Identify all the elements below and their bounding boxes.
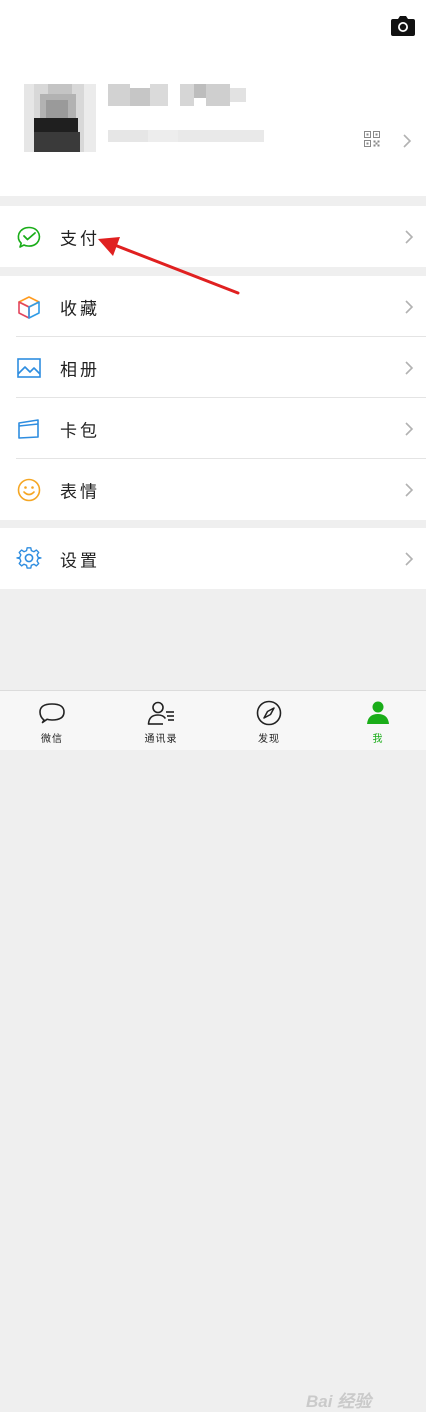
person-icon	[367, 701, 389, 724]
wallet-pay-icon	[17, 226, 41, 248]
menu-item-label: 卡包	[60, 421, 100, 441]
menu-group-pay: 支付	[0, 206, 426, 267]
tab-label: 我	[372, 734, 384, 745]
tab-contacts[interactable]: 通讯录	[121, 691, 201, 750]
gear-icon	[16, 546, 42, 569]
chat-bubble-icon	[39, 703, 65, 724]
chevron-right-icon	[405, 299, 414, 314]
menu-item-label: 支付	[60, 229, 100, 249]
card-wallet-icon	[18, 418, 39, 439]
camera-icon[interactable]	[391, 16, 415, 36]
tab-chats[interactable]: 微信	[12, 691, 92, 750]
tab-label: 微信	[41, 734, 63, 745]
chevron-right-icon	[405, 482, 414, 497]
picture-album-icon	[17, 357, 41, 378]
menu-item-pay[interactable]: 支付	[0, 206, 426, 267]
menu-item-cards[interactable]: 卡包	[0, 398, 426, 459]
menu-item-label: 表情	[60, 482, 100, 502]
tab-discover[interactable]: 发现	[229, 691, 309, 750]
menu-item-label: 设置	[60, 551, 100, 571]
menu-item-stickers[interactable]: 表情	[0, 459, 426, 520]
qr-code-icon[interactable]	[364, 131, 380, 147]
menu-item-label: 相册	[60, 360, 100, 380]
compass-icon	[256, 700, 282, 726]
cube-favorites-icon	[18, 295, 40, 319]
tab-me[interactable]: 我	[338, 691, 418, 750]
menu-group-settings: 设置	[0, 528, 426, 589]
profile-header[interactable]	[0, 0, 426, 196]
contacts-icon	[147, 701, 174, 725]
smiley-emoji-icon	[17, 478, 41, 501]
chevron-right-icon	[403, 134, 412, 148]
menu-item-label: 收藏	[60, 299, 100, 319]
chevron-right-icon	[405, 551, 414, 566]
menu-item-album[interactable]: 相册	[0, 337, 426, 398]
menu-group-content: 收藏 相册 卡包 表情	[0, 276, 426, 520]
menu-item-settings[interactable]: 设置	[0, 528, 426, 589]
chevron-right-icon	[405, 421, 414, 436]
chevron-right-icon	[405, 360, 414, 375]
tab-label: 通讯录	[144, 734, 178, 745]
tab-label: 发现	[258, 734, 280, 745]
tab-bar: 微信 通讯录 发现 我 Bai 经验	[0, 690, 426, 1411]
avatar[interactable]	[24, 84, 96, 152]
menu-item-favorites[interactable]: 收藏	[0, 276, 426, 337]
chevron-right-icon	[405, 229, 414, 244]
watermark: Bai 经验	[306, 1392, 372, 1411]
